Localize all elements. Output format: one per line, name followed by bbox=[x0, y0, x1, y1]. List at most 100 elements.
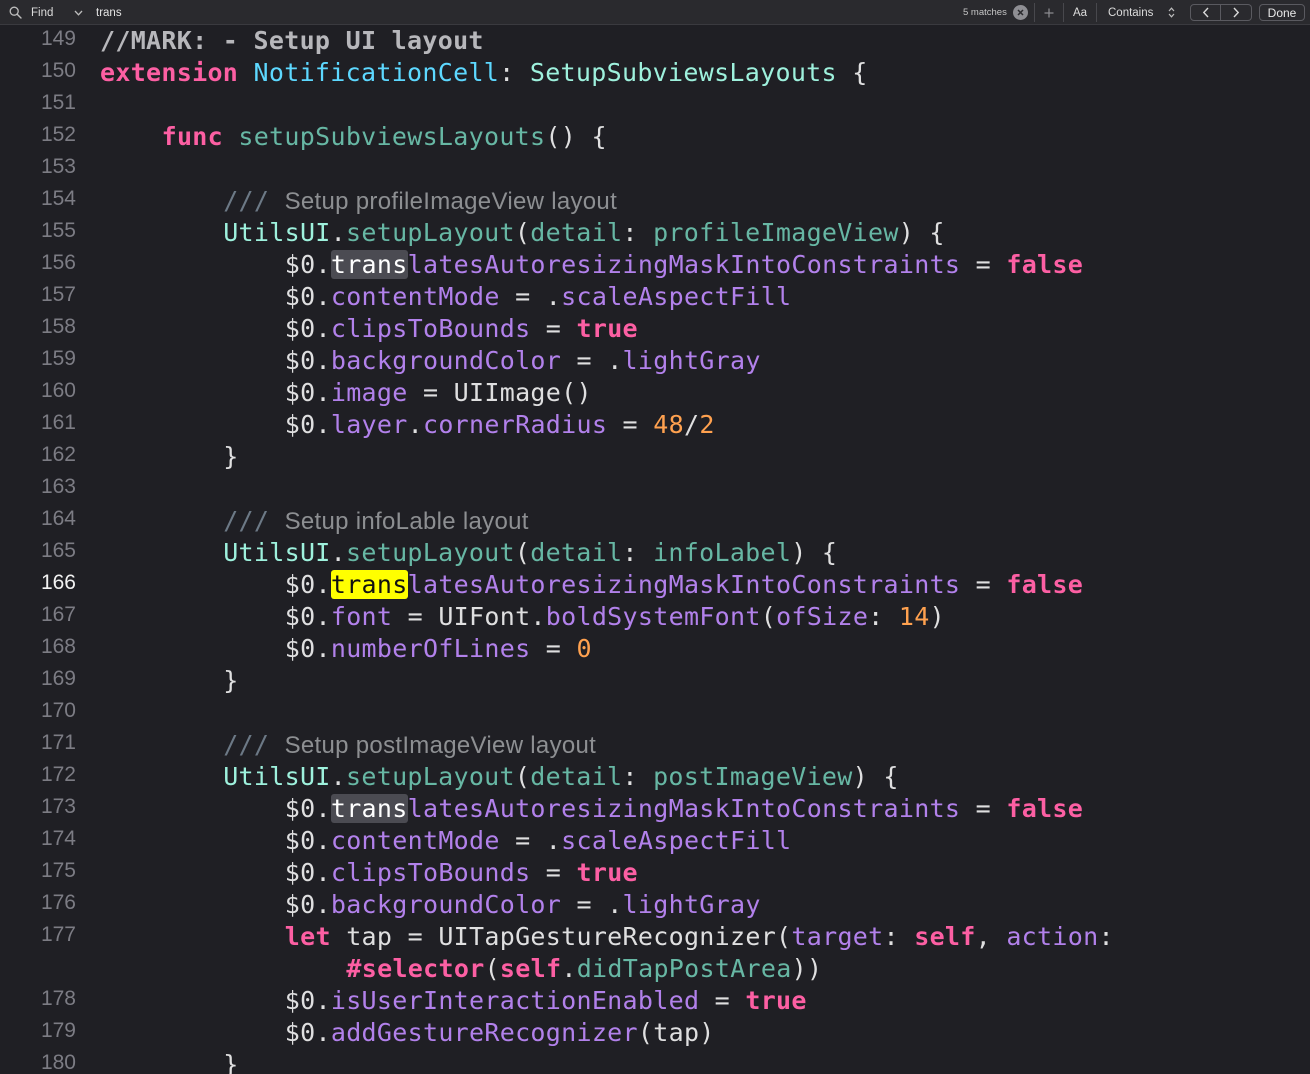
code-line[interactable]: 166 $0.translatesAutoresizingMaskIntoCons… bbox=[0, 569, 1310, 601]
line-number: 171 bbox=[40, 731, 76, 754]
code-line[interactable]: 163 bbox=[0, 473, 1310, 505]
code-content: $0.backgroundColor = .lightGray bbox=[285, 889, 761, 921]
clear-icon[interactable] bbox=[1013, 5, 1028, 20]
code-text: : bbox=[499, 58, 530, 87]
keyword-token: func bbox=[161, 122, 223, 151]
next-match-button[interactable] bbox=[1221, 4, 1252, 21]
identifier-token: setupLayout bbox=[346, 218, 515, 247]
line-number: 168 bbox=[40, 635, 76, 658]
line-number: 177 bbox=[40, 923, 76, 946]
code-text: / bbox=[683, 410, 700, 439]
code-line[interactable]: 151 bbox=[0, 89, 1310, 121]
code-line[interactable]: 171 /// Setup postImageView layout bbox=[0, 729, 1310, 761]
code-line[interactable]: 161 $0.layer.cornerRadius = 48/2 bbox=[0, 409, 1310, 441]
code-text: $0. bbox=[284, 314, 331, 343]
code-line[interactable]: 167 $0.font = UIFont.boldSystemFont(ofSiz… bbox=[0, 601, 1310, 633]
code-line[interactable]: 179 $0.addGestureRecognizer(tap) bbox=[0, 1017, 1310, 1049]
code-content: /// Setup postImageView layout bbox=[223, 729, 596, 762]
property-token: latesAutoresizingMaskIntoConstraints bbox=[407, 794, 961, 823]
property-token: ofSize bbox=[776, 602, 869, 631]
line-number: 173 bbox=[40, 795, 76, 818]
property-token: contentMode bbox=[330, 282, 500, 311]
code-line[interactable]: 154 /// Setup profileImageView layout bbox=[0, 185, 1310, 217]
code-text: = . bbox=[561, 346, 623, 375]
comment-token: /// bbox=[223, 186, 285, 215]
chevron-down-icon[interactable] bbox=[74, 0, 86, 25]
property-token: action bbox=[1006, 922, 1099, 951]
updown-chevron-icon[interactable] bbox=[1168, 0, 1180, 25]
line-number: 154 bbox=[40, 187, 76, 210]
code-content: $0.translatesAutoresizingMaskIntoConstra… bbox=[285, 249, 1083, 281]
code-line[interactable]: 175 $0.clipsToBounds = true bbox=[0, 857, 1310, 889]
done-button[interactable]: Done bbox=[1259, 4, 1305, 21]
line-number: 159 bbox=[40, 347, 76, 370]
code-content: } bbox=[223, 441, 238, 473]
code-line[interactable]: 180} bbox=[0, 1049, 1310, 1074]
code-line[interactable]: #selector(self.didTapPostArea)) bbox=[0, 953, 1310, 985]
code-line[interactable]: 155 UtilsUI.setupLayout(detail: profileIm… bbox=[0, 217, 1310, 249]
code-content: $0.layer.cornerRadius = 48/2 bbox=[285, 409, 715, 441]
code-line[interactable]: 170 bbox=[0, 697, 1310, 729]
code-line[interactable]: 150 extension NotificationCell: SetupSubv… bbox=[0, 57, 1310, 89]
match-case-button[interactable]: Aa bbox=[1068, 0, 1092, 25]
line-number: 175 bbox=[40, 859, 76, 882]
code-text: $0. bbox=[284, 826, 331, 855]
code-line[interactable]: 168 $0.numberOfLines = 0 bbox=[0, 633, 1310, 665]
property-token: image bbox=[330, 378, 408, 407]
code-line[interactable]: 157 $0.contentMode = .scaleAspectFill bbox=[0, 281, 1310, 313]
code-text: $0. bbox=[284, 378, 331, 407]
code-content: /// Setup profileImageView layout bbox=[223, 185, 617, 218]
code-line[interactable]: 174 $0.contentMode = .scaleAspectFill bbox=[0, 825, 1310, 857]
comment-token: /// bbox=[223, 730, 285, 759]
code-editor[interactable]: 149 //MARK: - Setup UI layout 150 extension… bbox=[0, 25, 1310, 1074]
plus-icon[interactable] bbox=[1040, 0, 1058, 25]
code-line[interactable]: 165 UtilsUI.setupLayout(detail: infoLabel… bbox=[0, 537, 1310, 569]
code-text: = bbox=[530, 314, 577, 343]
code-line[interactable]: 159 $0.backgroundColor = .lightGray bbox=[0, 345, 1310, 377]
keyword-token: true bbox=[576, 858, 638, 887]
line-number: 151 bbox=[40, 91, 76, 114]
code-text: . bbox=[330, 538, 347, 567]
code-text: : bbox=[1098, 922, 1114, 951]
doc-comment-text: Setup postImageView layout bbox=[284, 732, 597, 759]
line-number: 172 bbox=[40, 763, 76, 786]
code-text: $0. bbox=[284, 1018, 331, 1047]
keyword-token: let bbox=[284, 922, 331, 951]
keyword-token: true bbox=[745, 986, 807, 1015]
code-line[interactable]: 153 bbox=[0, 153, 1310, 185]
number-token: 48 bbox=[653, 410, 684, 439]
code-content: $0.backgroundColor = .lightGray bbox=[285, 345, 761, 377]
number-token: 0 bbox=[576, 634, 592, 663]
code-line[interactable]: 176 $0.backgroundColor = .lightGray bbox=[0, 889, 1310, 921]
code-text: : bbox=[868, 602, 899, 631]
previous-match-button[interactable] bbox=[1190, 4, 1221, 21]
divider bbox=[1034, 3, 1035, 22]
find-input[interactable] bbox=[96, 0, 946, 25]
code-line[interactable]: 152 func setupSubviewsLayouts() { bbox=[0, 121, 1310, 153]
code-line[interactable]: 164 /// Setup infoLable layout bbox=[0, 505, 1310, 537]
code-text: . bbox=[330, 218, 347, 247]
code-line[interactable]: 160 $0.image = UIImage() bbox=[0, 377, 1310, 409]
code-text: = bbox=[960, 794, 1007, 823]
code-line[interactable]: 149 //MARK: - Setup UI layout bbox=[0, 25, 1310, 57]
code-text: . bbox=[407, 410, 423, 439]
code-line[interactable]: 172 UtilsUI.setupLayout(detail: postImage… bbox=[0, 761, 1310, 793]
code-line[interactable]: 169} bbox=[0, 665, 1310, 697]
code-text: : bbox=[883, 922, 915, 951]
code-text: = UIFont. bbox=[392, 602, 546, 631]
code-content: //MARK: - Setup UI layout bbox=[100, 25, 484, 57]
property-token: layer bbox=[330, 410, 408, 439]
property-token: scaleAspectFill bbox=[561, 826, 792, 855]
code-line[interactable]: 178 $0.isUserInteractionEnabled = true bbox=[0, 985, 1310, 1017]
code-line[interactable]: 177 let tap = UITapGestureRecognizer(targ… bbox=[0, 921, 1310, 953]
code-line[interactable]: 162} bbox=[0, 441, 1310, 473]
code-content: $0.translatesAutoresizingMaskIntoConstra… bbox=[285, 569, 1083, 601]
code-line[interactable]: 173 $0.translatesAutoresizingMaskIntoCons… bbox=[0, 793, 1310, 825]
code-text: $0. bbox=[284, 570, 331, 599]
code-text: $0. bbox=[284, 282, 331, 311]
code-line[interactable]: 156 $0.translatesAutoresizingMaskIntoCons… bbox=[0, 249, 1310, 281]
code-content: } bbox=[223, 1049, 238, 1074]
type-token: NotificationCell bbox=[253, 58, 500, 87]
line-number: 161 bbox=[40, 411, 76, 434]
code-line[interactable]: 158 $0.clipsToBounds = true bbox=[0, 313, 1310, 345]
